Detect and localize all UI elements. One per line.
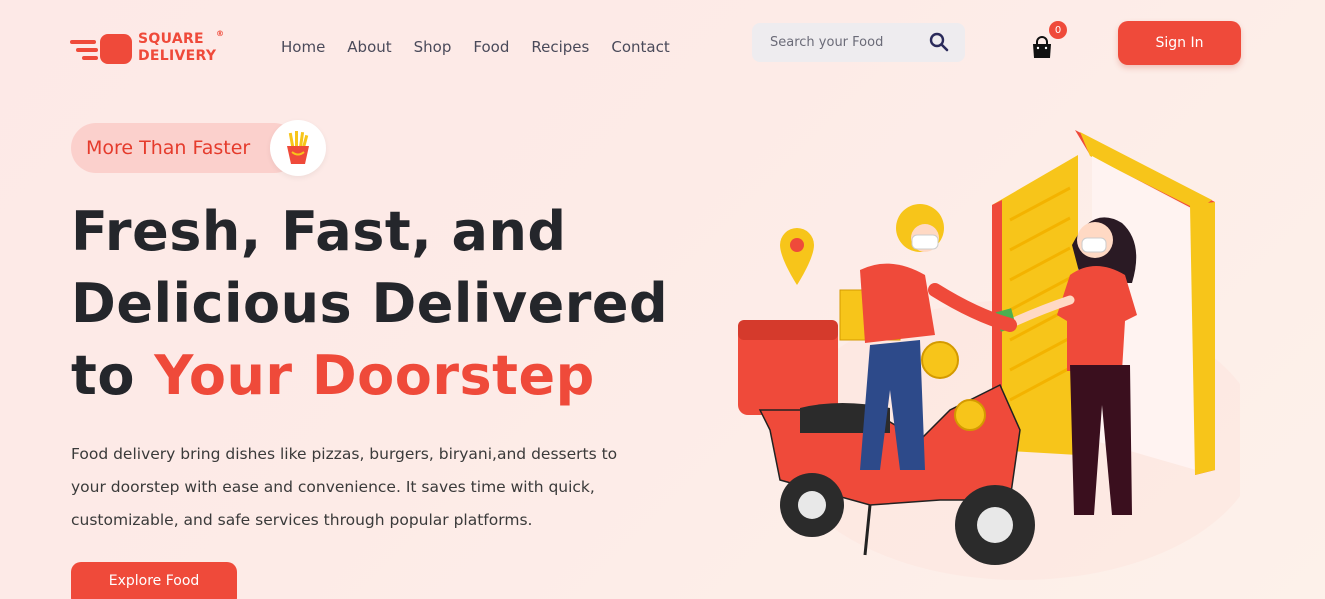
brand-line2: DELIVERY [138,48,217,64]
headline-line-2: Delicious Delivered [71,272,669,335]
nav-recipes[interactable]: Recipes [531,38,589,56]
nav-shop[interactable]: Shop [414,38,452,56]
headline-accent: Your Doorstep [154,344,595,407]
brand-logo[interactable]: SQUARE DELIVERY ® [70,28,224,68]
fries-icon [270,120,326,176]
delivery-illustration [738,130,1240,580]
hero-headline: Fresh, Fast, and Delicious Delivered to … [71,196,668,412]
shopping-bag-icon[interactable] [1030,36,1054,60]
brand-name: SQUARE DELIVERY ® [138,29,224,65]
nav-food[interactable]: Food [473,38,509,56]
headline-line-1: Fresh, Fast, and [71,200,567,263]
sign-in-button[interactable]: Sign In [1118,21,1241,65]
search-bar [752,23,965,62]
nav-home[interactable]: Home [281,38,325,56]
brand-line1: SQUARE [138,31,204,47]
hero-description: Food delivery bring dishes like pizzas, … [71,445,618,529]
registered-mark: ® [215,29,225,38]
search-input[interactable] [770,35,920,50]
tagline-pill: More Than Faster [71,123,299,173]
location-pin-icon [780,228,814,285]
nav-about[interactable]: About [347,38,391,56]
headline-line-3: to Your Doorstep [71,340,668,412]
delivery-logo-icon [70,28,134,68]
nav-contact[interactable]: Contact [611,38,669,56]
search-icon[interactable] [929,32,949,52]
main-nav: Home About Shop Food Recipes Contact [281,38,692,56]
cart-count-badge: 0 [1049,21,1067,39]
headline-to: to [71,344,155,407]
explore-food-button[interactable]: Explore Food [71,562,237,599]
